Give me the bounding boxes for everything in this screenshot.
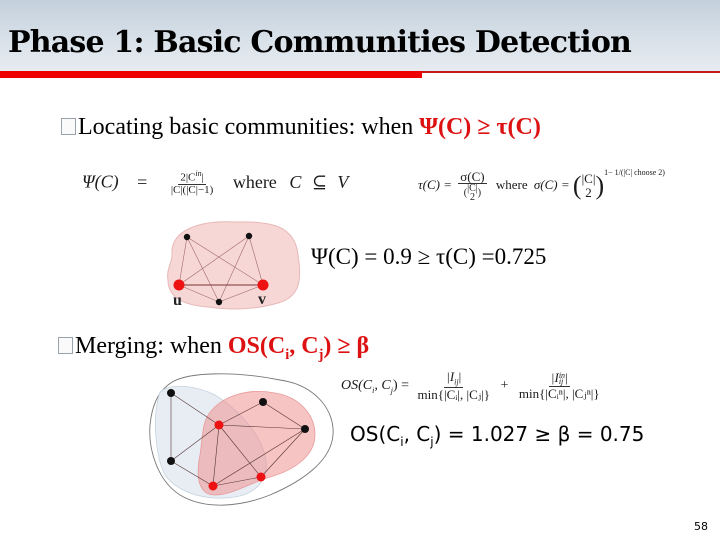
tau-binom-open: ( (572, 171, 582, 201)
os-term1-numerator: |Iij| (444, 369, 464, 388)
os-term1: |Iij| min{|Cᵢ|, |Cⱼ|} (416, 370, 493, 402)
os-term2-denominator: min{|Cᵢⁿ|, |Cⱼⁿ|} (518, 385, 600, 401)
formula-tau: τ(C) = σ(C) (|C| 2) where σ(C) = (|C| 2)1−… (418, 168, 665, 204)
graph1-node-v (257, 279, 269, 291)
graph2-node (167, 457, 175, 465)
bullet-locating: Locating basic communities: when Ψ(C) ≥ … (61, 114, 541, 141)
graph2-shared-node (256, 472, 266, 482)
community-cj-region (197, 391, 316, 496)
psi-where: where (232, 171, 277, 192)
bullet-square-icon (58, 337, 73, 354)
graph1-node (245, 232, 253, 240)
graph2-shared-node (208, 481, 218, 491)
graph1-node-u (173, 279, 185, 291)
graph-basic-community: u v (167, 221, 301, 310)
formula-os: OS(Ci, Cj) = |Iij| min{|Cᵢ|, |Cⱼ|} + |I i… (341, 370, 605, 402)
tau-exponent: 1− 1/(|C| choose 2) (604, 168, 665, 177)
bullet-locating-text: Locating basic communities: when (78, 114, 420, 140)
tau-denominator: (|C| 2) (463, 183, 482, 204)
graph1-node (215, 298, 223, 306)
os-term1-denominator: min{|Cᵢ|, |Cⱼ|} (417, 386, 491, 402)
tau-binom: |C| 2 (582, 172, 596, 199)
result-os: OS(Ci, Cj) = 1.027 ≥ β = 0.75 (350, 422, 645, 449)
tau-binom-top: |C| (581, 171, 596, 187)
tau-binom-bottom: 2 (585, 185, 592, 201)
formula-psi: Ψ(C) = 2|Cin| |C|(|C|−1) where C ⊆ V (82, 169, 349, 197)
psi-numerator: 2|C (180, 171, 196, 184)
psi-equals: = (137, 171, 148, 192)
tau-sigma: σ(C) = (533, 177, 570, 192)
tau-numerator: σ(C) (458, 168, 487, 185)
bullet-square-icon (61, 118, 76, 135)
bullet-locating-condition: Ψ(C) ≥ τ(C) (419, 114, 541, 140)
tau-fraction: σ(C) (|C| 2) (458, 168, 487, 204)
graph2-node (167, 389, 175, 397)
graph-merging-communities (149, 373, 334, 506)
slide-title: Phase 1: Basic Communities Detection (8, 25, 632, 60)
psi-denominator: |C|(|C|−1) (170, 184, 214, 197)
tau-binom-close: ) (595, 171, 605, 201)
graph2-node (259, 398, 267, 406)
psi-lhs: Ψ(C) (82, 171, 119, 192)
title-underline-thin (422, 71, 720, 73)
tau-where: where (495, 177, 528, 192)
graph2-node (301, 425, 309, 433)
tau-lhs: τ(C) = (418, 177, 453, 192)
label-v: v (258, 291, 266, 308)
os-lhs: OS(Ci, Cj) = (341, 378, 409, 395)
psi-numerator-end: | (201, 171, 204, 184)
title-underline-thick (0, 71, 422, 78)
label-u: u (173, 292, 182, 309)
page-number: 58 (694, 520, 708, 533)
os-term2: |I in ij | min{|Cᵢⁿ|, |Cⱼⁿ|} (517, 371, 602, 400)
graph1-node (183, 233, 191, 241)
psi-fraction: 2|Cin| |C|(|C|−1) (169, 169, 216, 197)
os-plus: + (500, 378, 509, 394)
result-psi-tau: Ψ(C) = 0.9 ≥ τ(C) =0.725 (311, 244, 547, 269)
os-term2-numerator: |I in ij | (548, 370, 570, 387)
graph2-shared-node (214, 420, 224, 430)
psi-subset: C ⊆ V (289, 171, 349, 192)
